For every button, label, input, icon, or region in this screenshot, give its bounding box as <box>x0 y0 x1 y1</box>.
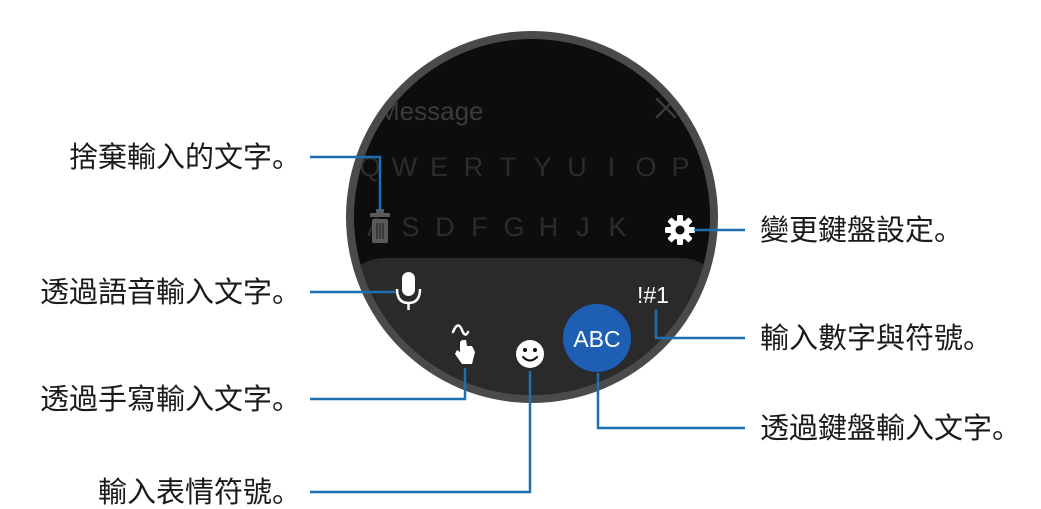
callout-numbers-symbols: 輸入數字與符號。 <box>760 321 993 355</box>
key-o[interactable]: O <box>635 152 656 182</box>
key-i[interactable]: I <box>608 152 616 182</box>
key-j[interactable]: J <box>576 212 590 242</box>
key-k[interactable]: K <box>608 212 626 242</box>
abc-button-label: ABC <box>573 326 620 352</box>
key-s[interactable]: S <box>401 212 419 242</box>
callout-handwriting-input: 透過手寫輸入文字。 <box>39 382 301 416</box>
symbols-button[interactable]: !#1 <box>637 282 669 308</box>
key-f[interactable]: F <box>471 212 488 242</box>
callout-voice-input: 透過語音輸入文字。 <box>39 275 301 309</box>
callout-emoji-input: 輸入表情符號。 <box>97 475 301 509</box>
key-r[interactable]: R <box>464 152 484 182</box>
callout-discard-text: 捨棄輸入的文字。 <box>68 140 301 174</box>
key-g[interactable]: G <box>503 212 524 242</box>
key-h[interactable]: H <box>539 212 559 242</box>
key-y[interactable]: Y <box>533 152 551 182</box>
gear-icon[interactable] <box>665 215 695 245</box>
leader-keyboard <box>596 373 745 430</box>
key-d[interactable]: D <box>435 212 455 242</box>
key-u[interactable]: U <box>567 152 587 182</box>
key-t[interactable]: T <box>500 152 517 182</box>
callout-keyboard-settings: 變更鍵盤設定。 <box>760 213 964 247</box>
callout-keyboard-input: 透過鍵盤輸入文字。 <box>760 411 1022 445</box>
key-w[interactable]: W <box>392 152 418 182</box>
key-e[interactable]: E <box>430 152 448 182</box>
key-p[interactable]: P <box>671 152 689 182</box>
emoji-icon[interactable] <box>516 340 544 368</box>
